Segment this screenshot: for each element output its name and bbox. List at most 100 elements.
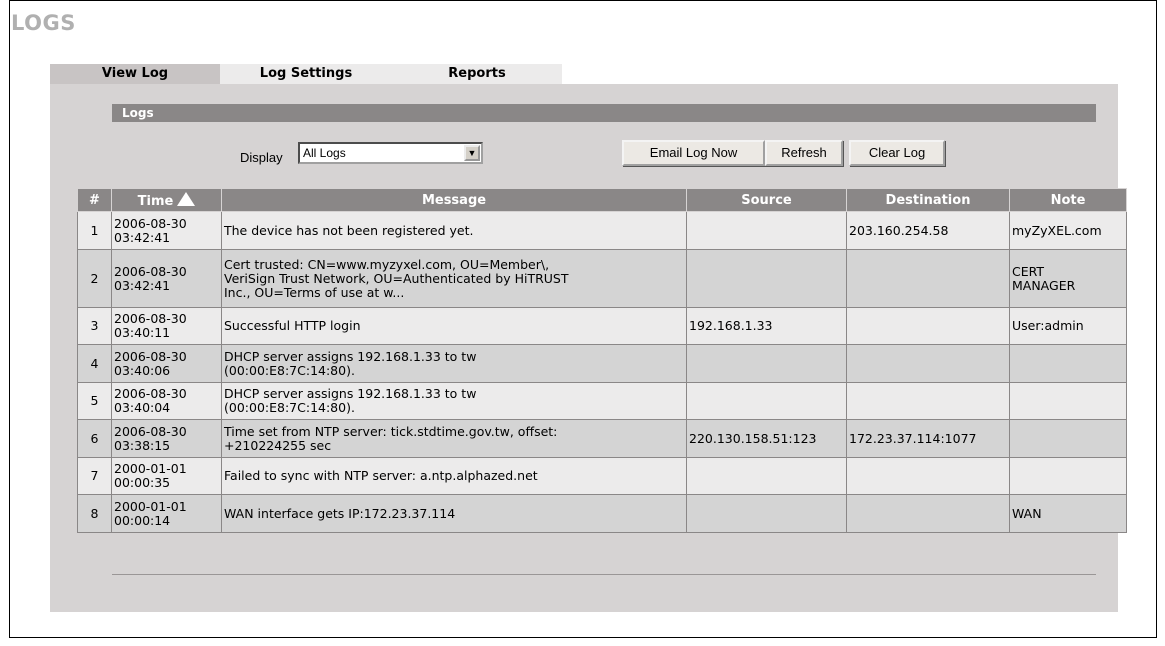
row-clock: 03:40:06 (114, 362, 171, 378)
row-time: 2000-01-01 00:00:35 (111, 457, 222, 495)
column-header-note: Note (1009, 188, 1127, 212)
row-time: 2006-08-30 03:42:41 (111, 211, 222, 250)
row-message: DHCP server assigns 192.168.1.33 to tw (0… (221, 382, 687, 420)
row-date: 2006-08-30 (114, 311, 187, 326)
log-table: # Time Message Source Destination Note 1… (77, 188, 1127, 533)
row-message: Successful HTTP login (221, 307, 687, 345)
row-destination: 203.160.254.58 (846, 211, 1010, 250)
row-number: 3 (77, 307, 112, 345)
message-line: +210224255 sec (224, 437, 332, 453)
sort-up-arrow-icon[interactable] (177, 191, 196, 206)
display-label: Display (240, 150, 283, 165)
note-line: MANAGER (1012, 277, 1076, 293)
page-title: LOGS (11, 11, 76, 35)
row-time: 2006-08-30 03:40:11 (111, 307, 222, 345)
column-header-time[interactable]: Time (111, 188, 222, 212)
row-date: 2000-01-01 (114, 461, 187, 476)
display-select[interactable]: All Logs ▼ (298, 142, 483, 164)
row-note (1009, 457, 1127, 495)
divider (112, 574, 1096, 575)
row-message: Time set from NTP server: tick.stdtime.g… (221, 419, 687, 458)
row-date: 2006-08-30 (114, 386, 187, 401)
row-message: DHCP server assigns 192.168.1.33 to tw (0… (221, 344, 687, 383)
row-source: 220.130.158.51:123 (686, 419, 847, 458)
row-source (686, 249, 847, 308)
table-row: 8 2000-01-01 00:00:14 WAN interface gets … (77, 494, 1127, 533)
row-note: WAN (1009, 494, 1127, 533)
column-header-destination: Destination (846, 188, 1010, 212)
main-frame: LOGS View Log Log Settings Reports Logs … (9, 0, 1157, 638)
message-line: (00:00:E8:7C:14:80). (224, 400, 355, 415)
row-note: myZyXEL.com (1009, 211, 1127, 250)
column-header-source: Source (686, 188, 847, 212)
row-number: 2 (77, 249, 112, 308)
table-row: 4 2006-08-30 03:40:06 DHCP server assigns… (77, 344, 1127, 383)
row-date: 2006-08-30 (114, 263, 187, 279)
row-note: User:admin (1009, 307, 1127, 345)
display-select-value: All Logs (303, 146, 346, 160)
table-row: 5 2006-08-30 03:40:04 DHCP server assigns… (77, 382, 1127, 420)
clear-log-button[interactable]: Clear Log (849, 140, 945, 166)
row-source: 192.168.1.33 (686, 307, 847, 345)
message-line: Successful HTTP login (224, 318, 361, 333)
row-message: WAN interface gets IP:172.23.37.114 (221, 494, 687, 533)
table-row: 1 2006-08-30 03:42:41 The device has not … (77, 211, 1127, 250)
row-source (686, 211, 847, 250)
table-row: 2 2006-08-30 03:42:41 Cert trusted: CN=ww… (77, 249, 1127, 308)
row-time: 2006-08-30 03:40:04 (111, 382, 222, 420)
row-destination (846, 382, 1010, 420)
row-date: 2000-01-01 (114, 498, 187, 514)
message-line: (00:00:E8:7C:14:80). (224, 362, 355, 378)
tab-reports[interactable]: Reports (392, 64, 562, 84)
row-destination (846, 494, 1010, 533)
message-line: VeriSign Trust Network, OU=Authenticated… (224, 270, 569, 286)
row-time: 2006-08-30 03:38:15 (111, 419, 222, 458)
section-header: Logs (112, 104, 1096, 122)
row-number: 8 (77, 494, 112, 533)
column-header-time-label: Time (137, 193, 174, 209)
message-line: The device has not been registered yet. (224, 222, 474, 238)
row-message: The device has not been registered yet. (221, 211, 687, 250)
row-time: 2000-01-01 00:00:14 (111, 494, 222, 533)
row-time: 2006-08-30 03:42:41 (111, 249, 222, 308)
row-note (1009, 419, 1127, 458)
note-line: CERT (1012, 263, 1045, 279)
column-header-num: # (77, 188, 112, 212)
row-number: 5 (77, 382, 112, 420)
message-line: Cert trusted: CN=www.myzyxel.com, OU=Mem… (224, 256, 550, 272)
refresh-button[interactable]: Refresh (765, 140, 843, 166)
note-line: User:admin (1012, 318, 1084, 333)
row-source (686, 382, 847, 420)
note-line: WAN (1012, 505, 1042, 521)
row-time: 2006-08-30 03:40:06 (111, 344, 222, 383)
table-row: 7 2000-01-01 00:00:35 Failed to sync with… (77, 457, 1127, 495)
row-clock: 03:42:41 (114, 229, 171, 245)
row-destination: 172.23.37.114:1077 (846, 419, 1010, 458)
email-log-now-button[interactable]: Email Log Now (622, 140, 765, 166)
row-number: 4 (77, 344, 112, 383)
row-clock: 03:42:41 (114, 277, 171, 293)
tab-view-log[interactable]: View Log (50, 64, 220, 84)
row-date: 2006-08-30 (114, 215, 187, 231)
row-clock: 03:40:04 (114, 400, 171, 415)
row-note (1009, 344, 1127, 383)
row-number: 6 (77, 419, 112, 458)
row-clock: 03:40:11 (114, 325, 171, 340)
column-header-message: Message (221, 188, 687, 212)
row-message: Cert trusted: CN=www.myzyxel.com, OU=Mem… (221, 249, 687, 308)
note-line: myZyXEL.com (1012, 222, 1102, 238)
table-header-row: # Time Message Source Destination Note (77, 188, 1127, 212)
row-number: 1 (77, 211, 112, 250)
row-destination (846, 344, 1010, 383)
tab-log-settings[interactable]: Log Settings (220, 64, 392, 84)
message-line: Time set from NTP server: tick.stdtime.g… (224, 423, 558, 439)
message-line: Failed to sync with NTP server: a.ntp.al… (224, 468, 538, 483)
message-line: Inc., OU=Terms of use at w... (224, 284, 405, 300)
row-destination (846, 307, 1010, 345)
chevron-down-icon[interactable]: ▼ (464, 145, 480, 161)
row-date: 2006-08-30 (114, 423, 187, 439)
content-panel: Logs Display All Logs ▼ Email Log Now Re… (50, 84, 1127, 612)
message-line: WAN interface gets IP:172.23.37.114 (224, 505, 456, 521)
row-source (686, 344, 847, 383)
row-note (1009, 382, 1127, 420)
